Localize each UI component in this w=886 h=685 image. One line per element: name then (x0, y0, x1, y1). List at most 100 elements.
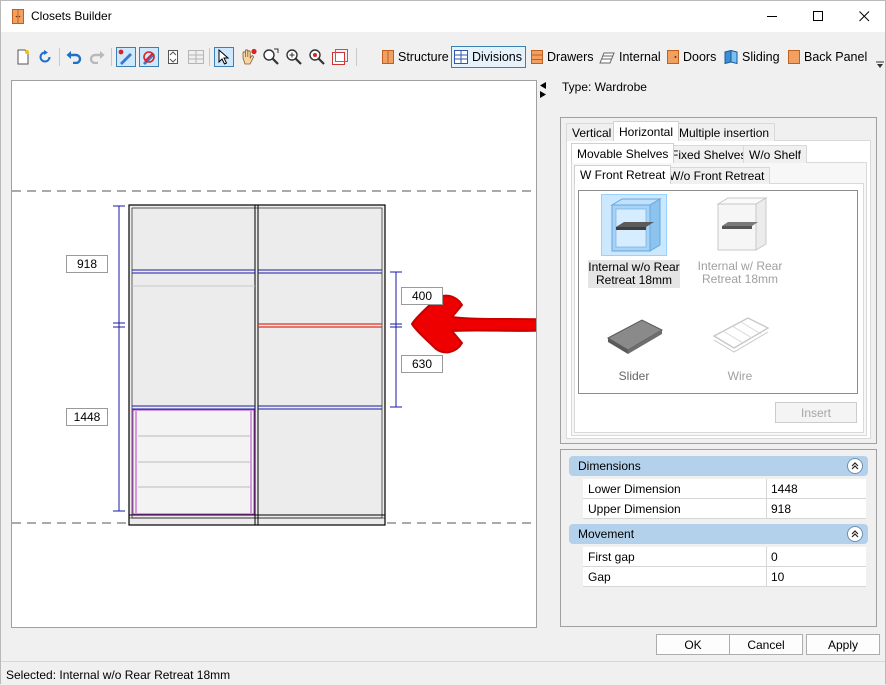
sliding-button[interactable]: Sliding (721, 46, 784, 68)
property-row-lower-dimension[interactable]: Lower Dimension 1448 (583, 479, 866, 499)
zoom-window-button[interactable] (307, 47, 327, 67)
select-tool-button[interactable] (214, 47, 234, 67)
frame-button[interactable] (330, 47, 350, 67)
tab-movable-shelves[interactable]: Movable Shelves (571, 143, 675, 163)
item-internal-wo-rear-retreat[interactable]: Internal w/o Rear Retreat 18mm (588, 194, 680, 288)
cursor-icon (218, 49, 230, 65)
toolbar-overflow-icon[interactable] (875, 60, 885, 70)
internal-label: Internal (619, 50, 661, 64)
ok-button[interactable]: OK (656, 634, 730, 655)
redo-button[interactable] (87, 47, 107, 67)
zoom-in-button[interactable] (284, 47, 304, 67)
drawing-canvas[interactable]: 918 1448 400 630 (11, 80, 537, 628)
refresh-button[interactable] (35, 47, 55, 67)
title-bar[interactable]: Closets Builder (1, 1, 885, 32)
frame-icon (332, 49, 348, 65)
back-panel-icon (788, 50, 800, 64)
item-label: Slider (618, 369, 650, 383)
gap-value[interactable]: 10 (766, 567, 866, 586)
structure-button[interactable]: Structure (379, 46, 453, 68)
lower-dimension-label[interactable]: 1448 (66, 408, 108, 426)
collapse-chevron-icon[interactable] (847, 458, 863, 474)
internal-shelf-icon (601, 194, 667, 256)
toolbar-separator (209, 48, 210, 66)
tab-wo-front-retreat[interactable]: W/o Front Retreat (663, 167, 771, 184)
property-row-upper-dimension[interactable]: Upper Dimension 918 (583, 499, 866, 519)
first-gap-value[interactable]: 0 (766, 547, 866, 566)
sliding-label: Sliding (742, 50, 780, 64)
cancel-button[interactable]: Cancel (729, 634, 803, 655)
pan-tool-button[interactable] (238, 47, 258, 67)
structure-icon (382, 50, 394, 64)
item-label: Wire (727, 369, 753, 383)
slider-shelf-icon (601, 304, 667, 366)
back-panel-label: Back Panel (804, 50, 868, 64)
item-label: Internal w/ Rear Retreat 18mm (697, 259, 783, 286)
undo-icon (66, 51, 82, 64)
back-panel-button[interactable]: Back Panel (785, 46, 871, 68)
tab-fixed-shelves[interactable]: Fixed Shelves (665, 145, 753, 163)
wardrobe-drawing[interactable] (12, 81, 536, 627)
drawers-button[interactable]: Drawers (528, 46, 598, 68)
grid-button[interactable] (186, 47, 206, 67)
maximize-icon (812, 11, 823, 21)
property-row-gap[interactable]: Gap 10 (583, 567, 866, 587)
divisions-icon (454, 50, 468, 64)
new-document-icon (17, 49, 29, 65)
close-button[interactable] (841, 1, 886, 32)
property-row-first-gap[interactable]: First gap 0 (583, 547, 866, 567)
apply-button[interactable]: Apply (806, 634, 880, 655)
toolbar-separator (59, 48, 60, 66)
tab-multiple-insertion[interactable]: Multiple insertion (673, 123, 776, 141)
upper-right-dimension-label[interactable]: 400 (401, 287, 443, 305)
refresh-icon (39, 50, 51, 63)
movement-category-header[interactable]: Movement (569, 524, 868, 544)
tab-wo-shelf[interactable]: W/o Shelf (743, 145, 808, 163)
tab-horizontal[interactable]: Horizontal (613, 121, 680, 141)
lower-dimension-value[interactable]: 1448 (766, 479, 866, 498)
item-label: Internal w/o Rear Retreat 18mm (588, 260, 680, 288)
undo-button[interactable] (64, 47, 84, 67)
remove-mode-button[interactable] (139, 47, 159, 67)
divisions-button[interactable]: Divisions (451, 46, 527, 68)
doors-button[interactable]: Doors (664, 46, 720, 68)
edit-mode-button[interactable] (116, 47, 136, 67)
minimize-button[interactable] (749, 1, 795, 32)
grid-icon (188, 50, 204, 64)
zoom-extents-button[interactable] (261, 47, 281, 67)
drawers-icon (531, 50, 543, 64)
lower-right-dimension-label[interactable]: 630 (401, 355, 443, 373)
upper-dimension-label[interactable]: 918 (66, 255, 108, 273)
zoom-in-icon (286, 49, 302, 65)
dimensions-category-header[interactable]: Dimensions (569, 456, 868, 476)
type-label: Type: Wardrobe (562, 80, 647, 94)
internal-shelf-rear-icon (707, 194, 773, 256)
tab-w-front-retreat[interactable]: W Front Retreat (574, 165, 672, 184)
maximize-button[interactable] (795, 1, 841, 32)
drawers-label: Drawers (547, 50, 594, 64)
upper-dimension-value[interactable]: 918 (766, 499, 866, 518)
item-slider[interactable]: Slider (588, 304, 680, 383)
closets-builder-window: Closets Builder Structure Divisions Draw… (0, 0, 886, 685)
item-internal-w-rear-retreat[interactable]: Internal w/ Rear Retreat 18mm (694, 194, 786, 286)
pen-edit-icon (118, 49, 132, 65)
internal-button[interactable]: Internal (596, 46, 665, 68)
divisions-label: Divisions (472, 50, 523, 64)
zoom-window-icon (309, 49, 325, 65)
dimension-button[interactable] (163, 47, 183, 67)
internal-icon (599, 52, 615, 64)
minimize-icon (766, 16, 777, 17)
toolbar-separator (356, 48, 357, 66)
collapse-chevron-icon[interactable] (847, 526, 863, 542)
new-button[interactable] (13, 47, 33, 67)
doors-icon (667, 50, 679, 64)
insert-button[interactable]: Insert (775, 402, 857, 423)
panel-collapse-icon[interactable] (539, 81, 547, 99)
tab-vertical[interactable]: Vertical (566, 123, 618, 141)
hand-pan-icon (242, 48, 257, 65)
item-wire[interactable]: Wire (694, 304, 786, 383)
toolbar-separator (111, 48, 112, 66)
window-title: Closets Builder (31, 9, 112, 23)
status-bar: Selected: Internal w/o Rear Retreat 18mm (1, 661, 885, 685)
erase-icon (143, 51, 155, 65)
